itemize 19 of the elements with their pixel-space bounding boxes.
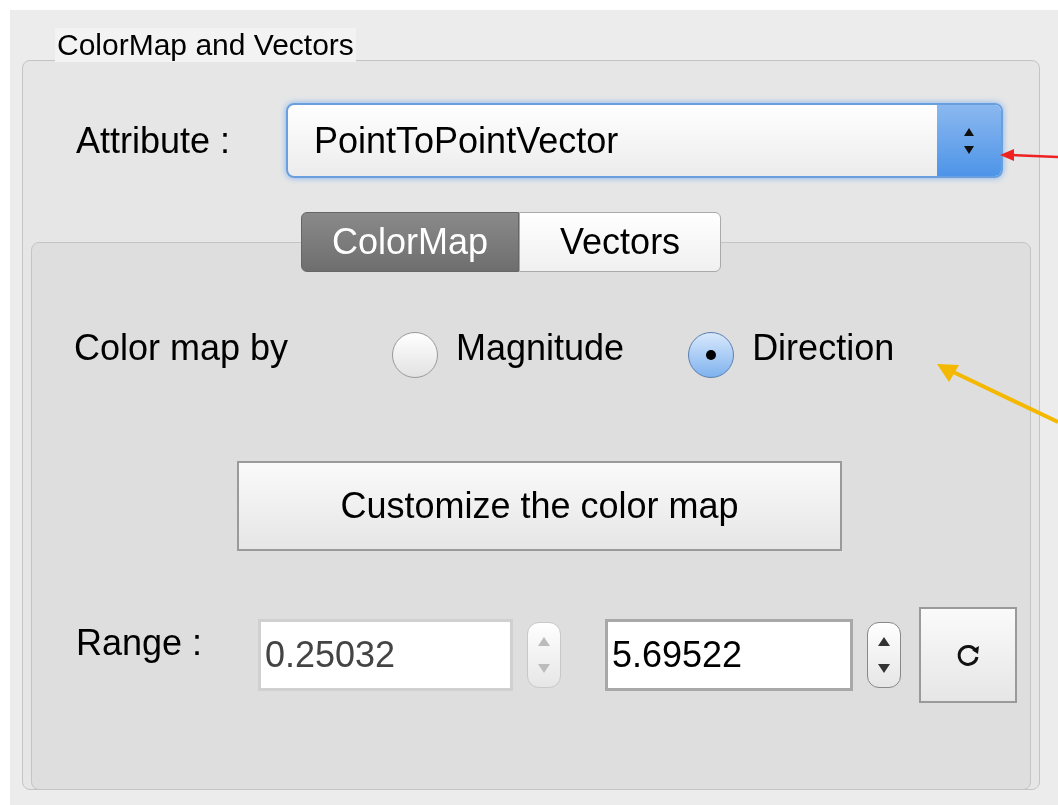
color-map-by-label: Color map by xyxy=(74,326,290,370)
attribute-label: Attribute : xyxy=(76,118,232,163)
tab[interactable]: Vectors xyxy=(519,212,722,272)
refresh-button[interactable] xyxy=(919,607,1017,703)
radio-button[interactable] xyxy=(688,332,735,378)
range-label: Range : xyxy=(76,621,204,665)
radio-option[interactable]: Direction xyxy=(688,318,895,378)
up-down-arrows-icon xyxy=(537,635,551,675)
range-input-field[interactable]: 5.69522 xyxy=(605,619,853,691)
radio-option[interactable]: Magnitude xyxy=(392,318,625,378)
customize-color-map-button[interactable]: Customize the color map xyxy=(237,461,842,551)
spin-buttons[interactable] xyxy=(867,622,901,688)
up-down-arrows-icon xyxy=(877,635,891,675)
attribute-dropdown[interactable]: PointToPointVector xyxy=(286,103,1003,178)
refresh-icon xyxy=(955,642,981,668)
radio-button[interactable] xyxy=(392,332,438,378)
dropdown-stepper[interactable] xyxy=(937,105,1001,176)
group-title: ColorMap and Vectors xyxy=(55,28,356,62)
tab[interactable]: ColorMap xyxy=(301,212,520,272)
